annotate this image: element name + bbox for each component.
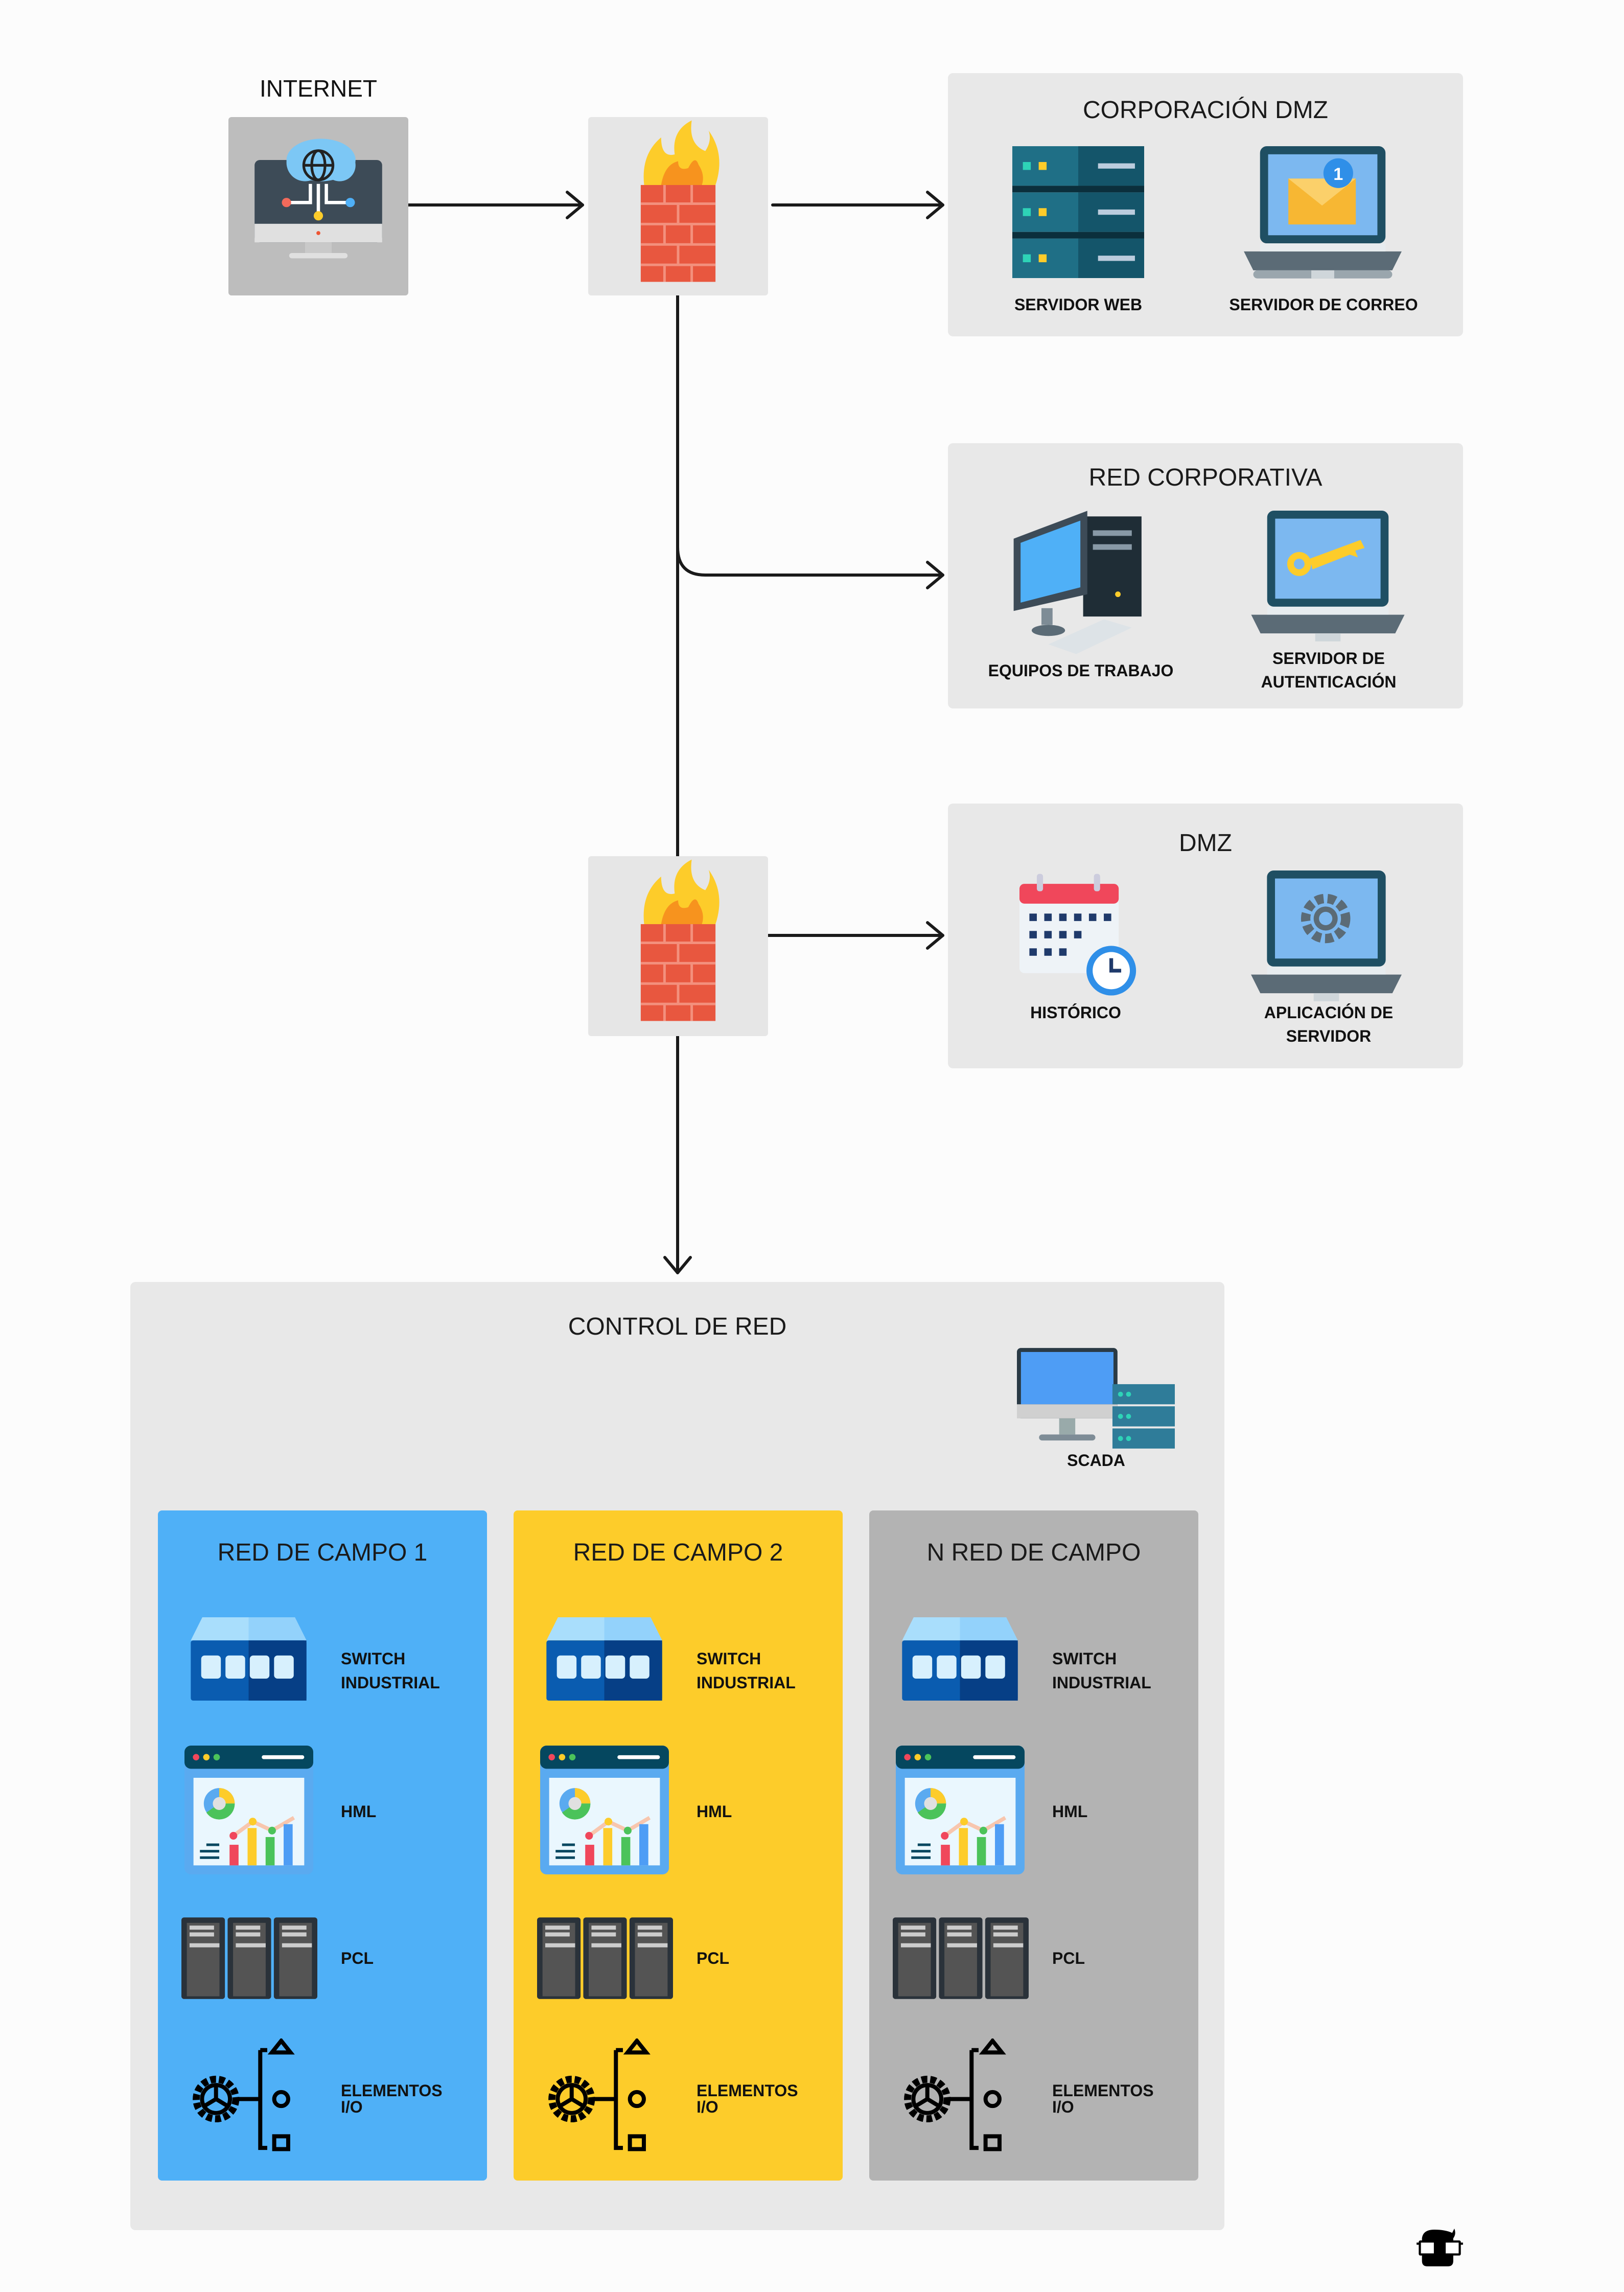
switch-icon (191, 1617, 307, 1701)
workstation-icon (1013, 511, 1142, 654)
plc-icon (537, 1917, 673, 1999)
io-elements-icon (193, 2038, 295, 2151)
io-label-2: I/O (697, 2098, 718, 2116)
mail-laptop-icon: 1 (1244, 146, 1402, 279)
dashboard-icon (540, 1746, 669, 1874)
arrow-to-red-corporativa (676, 545, 944, 577)
pcl-label: PCL (697, 1949, 729, 1967)
firewall-2 (588, 856, 768, 1036)
servidor-correo-label: SERVIDOR DE CORREO (1229, 295, 1418, 314)
internet-monitor-icon (254, 139, 382, 259)
pcl-label: PCL (1052, 1949, 1085, 1967)
logo-icon (1417, 2228, 1463, 2266)
mail-badge: 1 (1333, 165, 1343, 184)
equipos-trabajo-label: EQUIPOS DE TRABAJO (988, 661, 1174, 680)
switch-label-2: INDUSTRIAL (1052, 1674, 1151, 1692)
field-title: RED DE CAMPO 2 (573, 1539, 783, 1566)
scada-icon (1017, 1348, 1175, 1449)
switch-label-1: SWITCH (341, 1649, 406, 1668)
server-rack-icon (1012, 146, 1144, 278)
hml-label: HML (1052, 1802, 1088, 1821)
switch-label-1: SWITCH (1052, 1649, 1117, 1668)
corp-dmz-zone: CORPORACIÓN DMZ SERVIDOR WEB 1 SERVIDOR … (948, 73, 1463, 336)
aplicacion-servidor-label-2: SERVIDOR (1286, 1027, 1372, 1045)
control-title: CONTROL DE RED (568, 1313, 787, 1340)
firewall-icon (640, 859, 720, 1021)
switch-label-2: INDUSTRIAL (697, 1674, 796, 1692)
aplicacion-servidor-label-1: APLICACIÓN DE (1264, 1003, 1394, 1022)
dmz-zone: DMZ HISTÓRICO APLICACIÓN DE SERVIDOR (948, 804, 1463, 1068)
dmz-title: DMZ (1179, 830, 1232, 857)
io-label-1: ELEMENTOS (341, 2081, 443, 2100)
firewall-1 (588, 117, 768, 295)
dashboard-icon (896, 1746, 1025, 1874)
switch-icon (902, 1617, 1018, 1701)
io-elements-icon (904, 2038, 1006, 2151)
hml-label: HML (697, 1802, 732, 1821)
hml-label: HML (341, 1802, 377, 1821)
field-network-3: N RED DE CAMPO SWITCH INDUSTRIAL HML PCL… (869, 1510, 1198, 2181)
io-elements-icon (548, 2038, 651, 2151)
field-network-1: RED DE CAMPO 1 SWITCH INDUSTRIAL HML PCL… (158, 1510, 487, 2181)
switch-label-2: INDUSTRIAL (341, 1674, 440, 1692)
switch-label-1: SWITCH (697, 1649, 761, 1668)
red-corporativa-title: RED CORPORATIVA (1088, 464, 1323, 491)
plc-icon (181, 1917, 317, 1999)
calendar-clock-icon (1019, 874, 1136, 996)
pcl-label: PCL (341, 1949, 374, 1967)
io-label-1: ELEMENTOS (1052, 2081, 1154, 2100)
historico-label: HISTÓRICO (1030, 1003, 1121, 1022)
io-label-1: ELEMENTOS (697, 2081, 798, 2100)
corp-dmz-title: CORPORACIÓN DMZ (1083, 97, 1328, 124)
switch-icon (546, 1617, 662, 1701)
field-title: N RED DE CAMPO (926, 1539, 1141, 1566)
red-corporativa-zone: RED CORPORATIVA EQUIPOS DE TRABAJO SERVI… (948, 443, 1463, 708)
field-title: RED DE CAMPO 1 (217, 1539, 428, 1566)
dashboard-icon (184, 1746, 313, 1874)
servidor-web-label: SERVIDOR WEB (1014, 295, 1143, 314)
internet-label: INTERNET (260, 75, 377, 102)
servidor-autenticacion-label-1: SERVIDOR DE (1272, 649, 1385, 668)
gear-laptop-icon (1251, 870, 1402, 1001)
internet-node (228, 117, 408, 295)
io-label-2: I/O (1052, 2098, 1074, 2116)
io-label-2: I/O (341, 2098, 363, 2116)
plc-icon (893, 1917, 1029, 1999)
scada-label: SCADA (1067, 1451, 1125, 1470)
key-laptop-icon (1251, 511, 1405, 641)
servidor-autenticacion-label-2: AUTENTICACIÓN (1261, 673, 1397, 691)
field-network-2: RED DE CAMPO 2 SWITCH INDUSTRIAL HML PCL… (514, 1510, 843, 2181)
firewall-icon (640, 120, 720, 282)
